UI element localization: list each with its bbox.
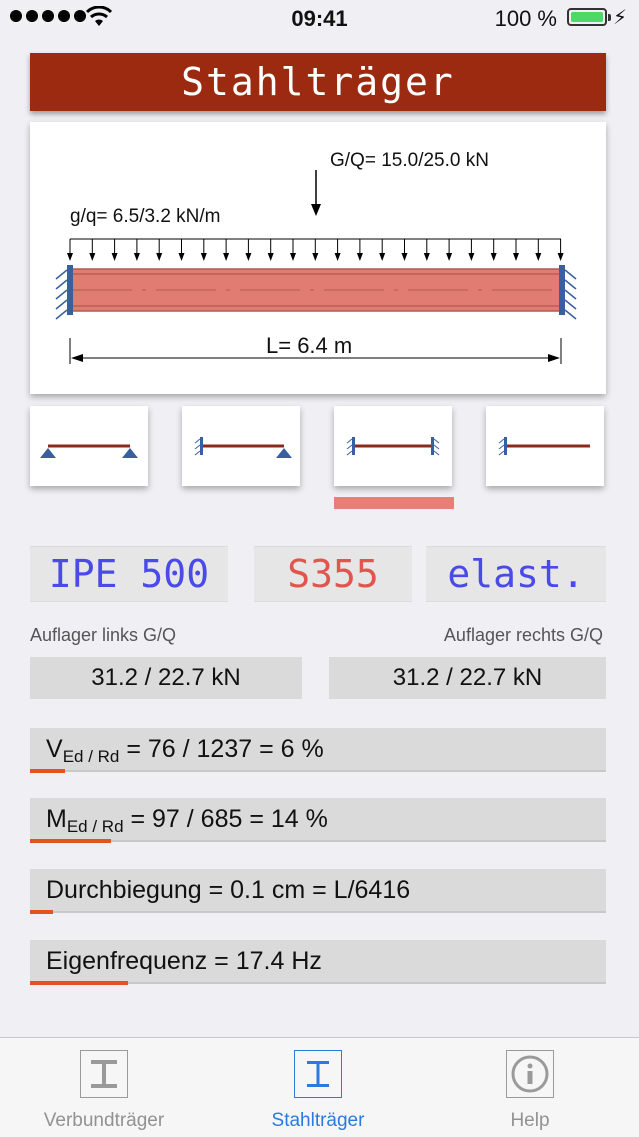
fixed-pinned-icon bbox=[194, 437, 292, 458]
left-support-label: Auflager links G/Q bbox=[30, 625, 177, 645]
line-load-label: g/q= 6.5/3.2 kN/m bbox=[70, 206, 221, 227]
moment-utilization-track bbox=[30, 840, 606, 842]
right-support-label: Auflager rechts G/Q bbox=[443, 625, 603, 645]
cantilever-icon bbox=[498, 437, 590, 456]
tab-stahltraeger[interactable]: Stahlträger bbox=[218, 1050, 418, 1132]
profile-selector[interactable]: IPE 500 bbox=[30, 546, 228, 602]
steel-grade-selector[interactable]: S355 bbox=[254, 546, 412, 602]
battery-icon bbox=[567, 8, 611, 26]
moment-subscript: Ed / Rd bbox=[66, 817, 124, 836]
fixed-fixed-icon bbox=[346, 437, 440, 456]
support-option-fixed-free[interactable] bbox=[486, 406, 604, 486]
analysis-method-selector[interactable]: elast. bbox=[426, 546, 606, 602]
shear-subscript: Ed / Rd bbox=[62, 747, 120, 766]
support-option-fixed-pinned[interactable] bbox=[182, 406, 300, 486]
pinned-pinned-icon bbox=[40, 444, 138, 458]
tab-label-verbundtraeger: Verbundträger bbox=[43, 1110, 165, 1131]
tab-help[interactable]: Help bbox=[430, 1050, 630, 1132]
analysis-method-value: elast. bbox=[447, 552, 585, 596]
moment-symbol: M bbox=[46, 805, 67, 833]
shear-check: VEd / Rd = 76 / 1237 = 6 % bbox=[30, 728, 606, 770]
i-beam-icon bbox=[294, 1050, 342, 1098]
beam-diagram[interactable]: G/Q= 15.0/25.0 kN g/q= 6.5/3.2 kN/m L= 6… bbox=[30, 122, 606, 394]
tab-label-help: Help bbox=[510, 1110, 550, 1131]
support-selected-indicator bbox=[334, 497, 454, 509]
charging-bolt-icon: ⚡ bbox=[612, 7, 627, 29]
moment-check: MEd / Rd = 97 / 685 = 14 % bbox=[30, 798, 606, 840]
shear-result: = 76 / 1237 = 6 % bbox=[119, 735, 324, 763]
point-load-label: G/Q= 15.0/25.0 kN bbox=[330, 150, 489, 171]
deflection-utilization-bar bbox=[30, 910, 53, 914]
shear-symbol: V bbox=[46, 735, 63, 763]
deflection-utilization-track bbox=[30, 911, 606, 913]
steel-grade-value: S355 bbox=[287, 552, 379, 596]
deflection-check: Durchbiegung = 0.1 cm = L/6416 bbox=[30, 869, 606, 911]
frequency-utilization-bar bbox=[30, 981, 128, 985]
info-icon bbox=[506, 1050, 554, 1098]
span-label: L= 6.4 m bbox=[266, 333, 353, 358]
page-title: Stahlträger bbox=[30, 53, 606, 111]
support-option-pinned-pinned[interactable] bbox=[30, 406, 148, 486]
profile-value: IPE 500 bbox=[48, 552, 210, 596]
frequency-check: Eigenfrequenz = 17.4 Hz bbox=[30, 940, 606, 982]
tab-verbundtraeger[interactable]: Verbundträger bbox=[4, 1050, 204, 1132]
battery-percentage: 100 % bbox=[494, 6, 557, 31]
shear-utilization-track bbox=[30, 770, 606, 772]
tab-label-stahltraeger: Stahlträger bbox=[271, 1110, 365, 1131]
moment-utilization-bar bbox=[30, 839, 111, 843]
left-support-value: 31.2 / 22.7 kN bbox=[30, 657, 302, 699]
moment-result: = 97 / 685 = 14 % bbox=[123, 805, 328, 833]
status-bar: 09:41 100 % ⚡ bbox=[0, 0, 639, 38]
support-option-fixed-fixed[interactable] bbox=[334, 406, 452, 486]
right-support-value: 31.2 / 22.7 kN bbox=[329, 657, 606, 699]
shear-utilization-bar bbox=[30, 769, 65, 773]
i-beam-icon bbox=[80, 1050, 128, 1098]
page-title-text: Stahlträger bbox=[181, 60, 455, 104]
